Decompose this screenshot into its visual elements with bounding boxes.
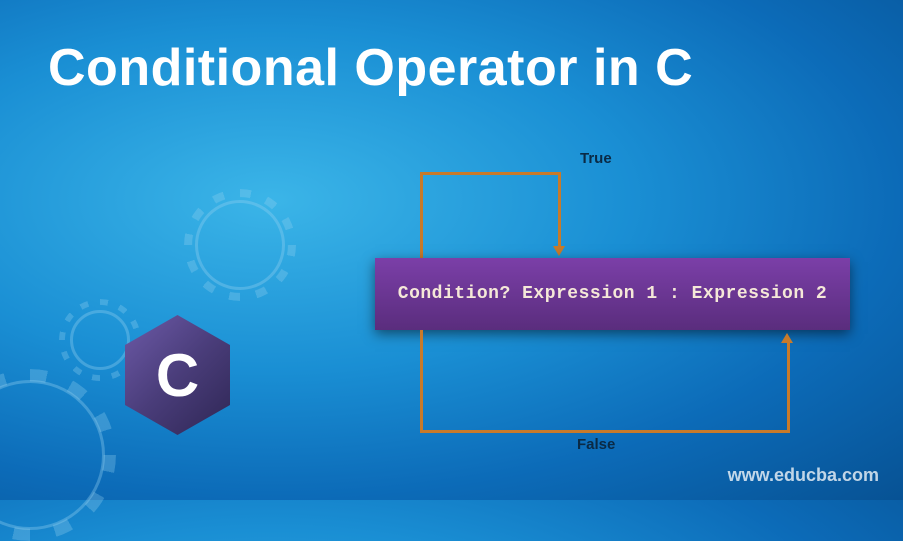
false-path-line [787, 342, 790, 433]
arrow-up-icon [781, 333, 793, 343]
true-path-line [420, 172, 560, 175]
decorative-gear [195, 200, 285, 290]
expression-box: Condition? Expression 1 : Expression 2 [375, 258, 850, 330]
hexagon-shape: C [125, 315, 230, 435]
watermark-url: www.educba.com [728, 465, 879, 486]
true-path-line [420, 172, 423, 258]
false-label: False [577, 436, 615, 453]
c-language-logo: C [125, 315, 230, 435]
decorative-gear [70, 310, 130, 370]
page-title: Conditional Operator in C [48, 38, 693, 98]
arrow-down-icon [553, 246, 565, 256]
false-path-line [420, 430, 790, 433]
logo-letter: C [156, 341, 199, 410]
decorative-gear [0, 380, 105, 530]
false-path-line [420, 330, 423, 433]
conditional-operator-diagram: True Condition? Expression 1 : Expressio… [365, 150, 865, 460]
true-path-line [558, 172, 561, 248]
true-label: True [580, 150, 612, 167]
